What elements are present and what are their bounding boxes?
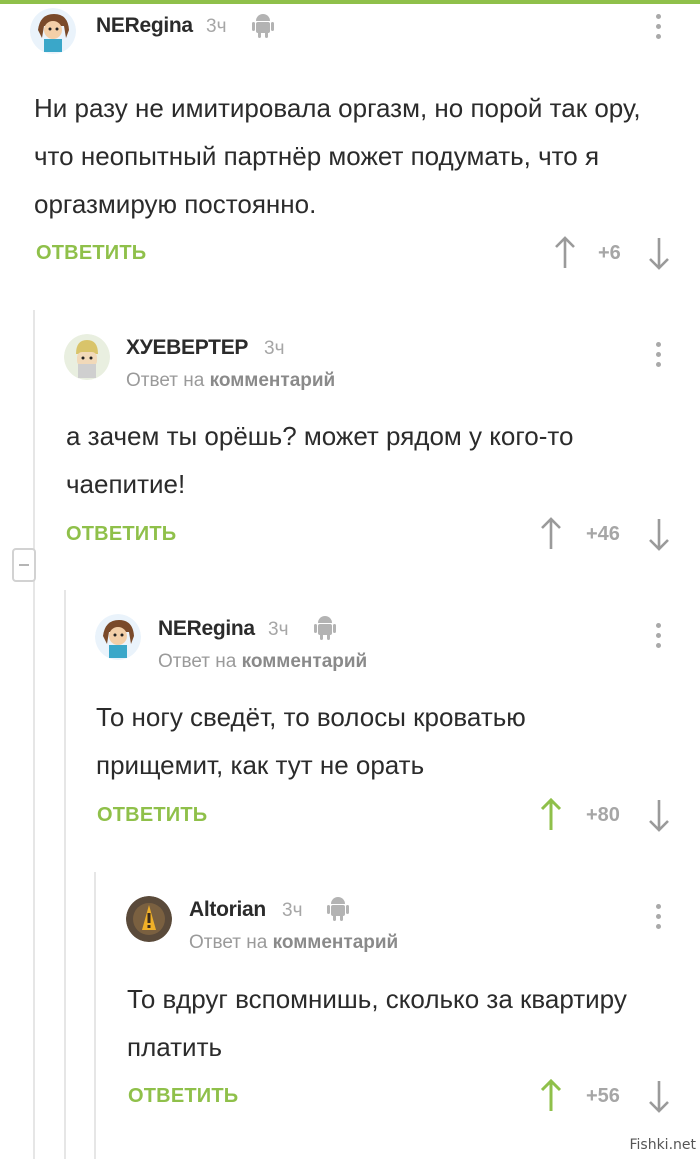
- comment-text: а зачем ты орёшь? может рядом у кого-то …: [66, 421, 574, 499]
- comment-score: +80: [586, 804, 620, 826]
- downvote-icon[interactable]: [648, 236, 670, 270]
- girl-avatar-icon[interactable]: [30, 8, 76, 54]
- watermark: Fishki.net: [629, 1137, 696, 1153]
- comment-text: То вдруг вспомнишь, сколько за квартиру …: [127, 984, 627, 1062]
- reply-button[interactable]: ОТВЕТИТЬ: [66, 523, 176, 546]
- downvote-icon[interactable]: [648, 798, 670, 832]
- android-icon: [252, 12, 274, 38]
- reply-to-label: Ответ на комментарий: [158, 651, 368, 672]
- comment-score: +56: [586, 1085, 620, 1107]
- android-icon: [327, 895, 349, 921]
- comment-text: То ногу сведёт, то волосы кроватью прище…: [96, 702, 526, 780]
- comment-author[interactable]: NERegina: [96, 14, 193, 38]
- top-accent-bar: [0, 0, 700, 4]
- collapse-thread-button[interactable]: [12, 548, 36, 582]
- thread-line: [64, 590, 66, 1159]
- reply-to-link[interactable]: комментарий: [210, 370, 336, 391]
- upvote-icon[interactable]: [554, 236, 576, 270]
- downvote-icon[interactable]: [648, 1079, 670, 1113]
- comment-text: Ни разу не имитировала оргазм, но порой …: [34, 93, 641, 219]
- reply-button[interactable]: ОТВЕТИТЬ: [128, 1085, 238, 1108]
- comment-time: 3ч: [206, 16, 227, 37]
- thread-line: [33, 310, 35, 1159]
- more-menu-icon[interactable]: [652, 342, 664, 374]
- reply-to-label: Ответ на комментарий: [126, 370, 336, 391]
- comment-score: +46: [586, 523, 620, 545]
- upvote-icon[interactable]: [540, 797, 562, 832]
- more-menu-icon[interactable]: [652, 14, 664, 46]
- upvote-icon[interactable]: [540, 517, 562, 551]
- more-menu-icon[interactable]: [652, 623, 664, 655]
- comment-author[interactable]: Altorian: [189, 898, 266, 922]
- comment-time: 3ч: [268, 619, 289, 640]
- reply-to-link[interactable]: комментарий: [242, 651, 368, 672]
- comment-author[interactable]: NERegina: [158, 617, 255, 641]
- more-menu-icon[interactable]: [652, 904, 664, 936]
- comment-time: 3ч: [264, 338, 285, 359]
- girl-avatar-icon[interactable]: [95, 614, 141, 660]
- reply-button[interactable]: ОТВЕТИТЬ: [36, 242, 146, 265]
- cartoon-avatar-icon[interactable]: [64, 334, 110, 380]
- android-icon: [314, 614, 336, 640]
- comment-score: +6: [598, 242, 621, 264]
- reply-to-link[interactable]: комментарий: [273, 932, 399, 953]
- upvote-icon[interactable]: [540, 1078, 562, 1113]
- thread-line: [94, 872, 96, 1159]
- reply-to-label: Ответ на комментарий: [189, 932, 399, 953]
- reply-button[interactable]: ОТВЕТИТЬ: [97, 804, 207, 827]
- comment-time: 3ч: [282, 900, 303, 921]
- comment-author[interactable]: ХУЕВЕРТЕР: [126, 336, 248, 360]
- warning-avatar-icon[interactable]: [126, 896, 172, 942]
- downvote-icon[interactable]: [648, 517, 670, 551]
